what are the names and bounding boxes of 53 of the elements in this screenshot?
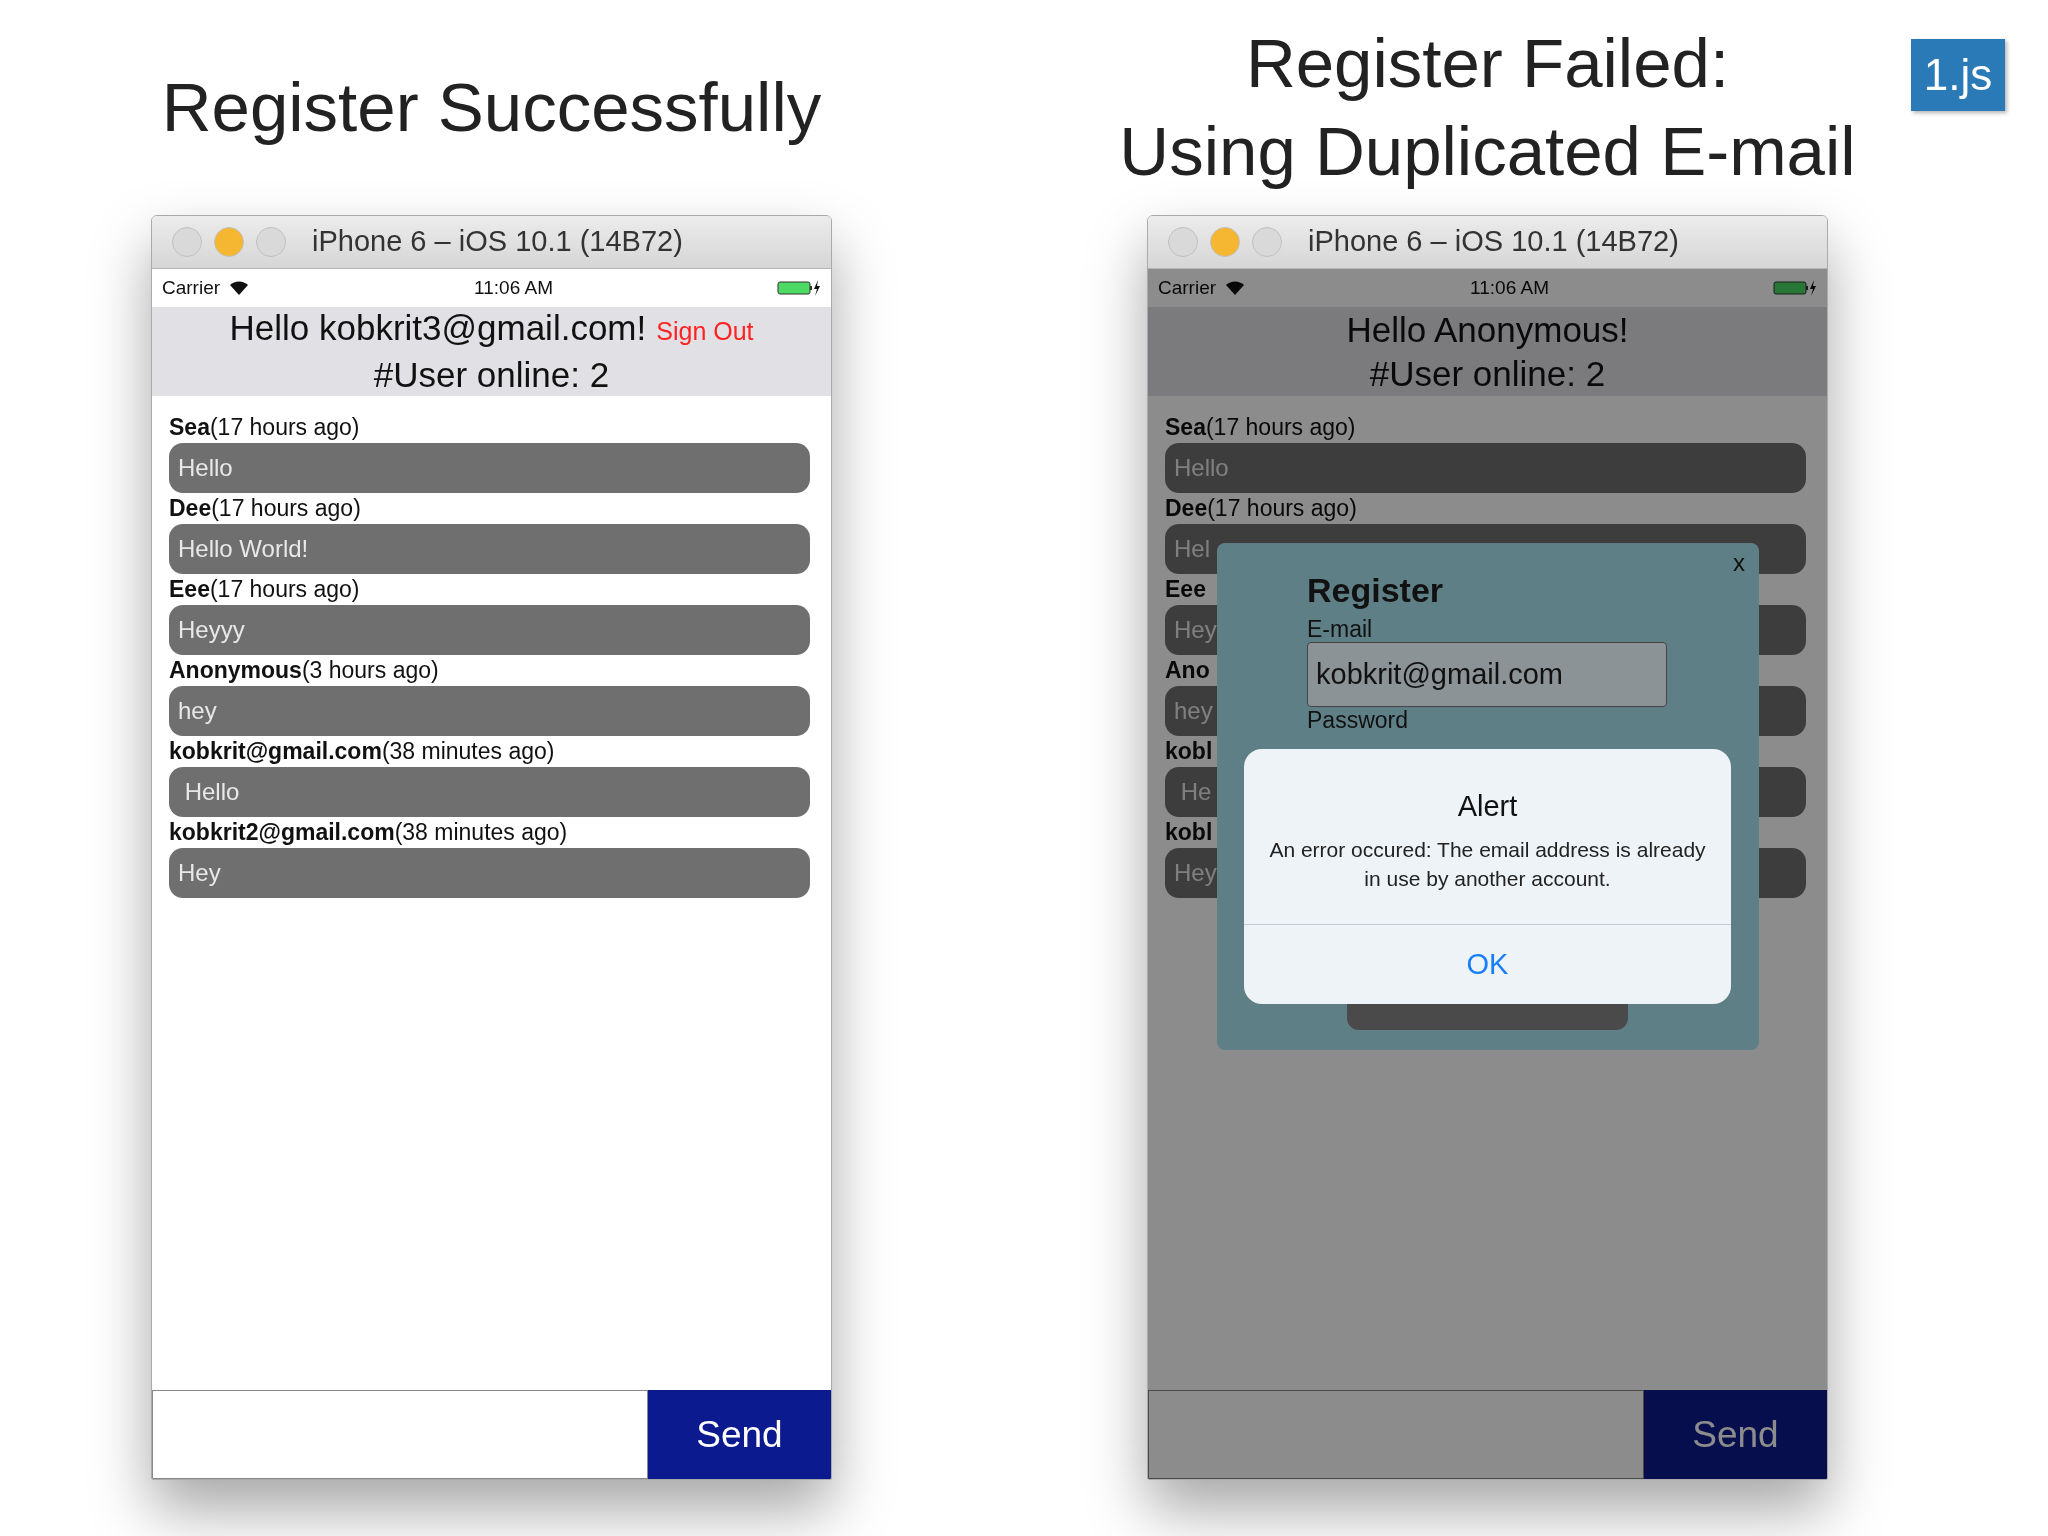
- status-time: 11:06 AM: [474, 275, 553, 300]
- battery-icon: [1773, 279, 1817, 297]
- battery-icon: [777, 279, 821, 297]
- message-author: Dee(17 hours ago): [1165, 494, 1357, 523]
- message-author: kobkrit@gmail.com(38 minutes ago): [169, 737, 555, 766]
- wifi-icon: [1224, 280, 1247, 296]
- message-author: Dee(17 hours ago): [169, 494, 361, 523]
- message-bubble: Hey: [169, 848, 810, 898]
- window-zoom-button[interactable]: [1252, 227, 1282, 257]
- field-label: Password: [1307, 707, 1408, 733]
- window-close-button[interactable]: [172, 227, 202, 257]
- online-count: #User online: 2: [1369, 352, 1606, 395]
- message-bubble: Hello: [169, 443, 810, 493]
- window-zoom-button[interactable]: [256, 227, 286, 257]
- greeting-text: Hello kobkrit3@gmail.com!: [229, 307, 647, 349]
- sign-out-link[interactable]: Sign Out: [656, 309, 754, 353]
- message-author: kobkrit2@gmail.com(38 minutes ago): [169, 818, 568, 847]
- online-count: #User online: 2: [373, 354, 610, 396]
- message-author: Eee: [1165, 575, 1206, 604]
- message-author: Sea(17 hours ago): [1165, 413, 1356, 442]
- message-bubble: Hello: [169, 767, 810, 817]
- window-close-button[interactable]: [1168, 227, 1198, 257]
- message-author: Eee(17 hours ago): [169, 575, 360, 604]
- message-input[interactable]: [152, 1390, 648, 1479]
- window-title: iPhone 6 – iOS 10.1 (14B72): [312, 224, 683, 260]
- slide-heading: Register Failed:: [1245, 23, 1730, 104]
- window-minimize-button[interactable]: [214, 227, 244, 257]
- window-title: iPhone 6 – iOS 10.1 (14B72): [1308, 224, 1679, 260]
- send-button[interactable]: Send: [1644, 1390, 1827, 1479]
- ok-button[interactable]: OK: [1244, 924, 1731, 1004]
- message-input[interactable]: [1148, 1390, 1644, 1479]
- dialog-button[interactable]: [1347, 1004, 1628, 1030]
- carrier-label: Carrier: [162, 275, 221, 300]
- slide-badge: 1.js: [1911, 39, 2005, 111]
- status-time: 11:06 AM: [1470, 275, 1549, 300]
- message-bubble: Hello World!: [169, 524, 810, 574]
- message-author: Ano: [1165, 656, 1210, 685]
- greeting-text: Hello Anonymous!: [1346, 308, 1629, 351]
- field-label: E-mail: [1307, 616, 1373, 642]
- message-bubble: Heyyy: [169, 605, 810, 655]
- message-bubble: Hello: [1165, 443, 1806, 493]
- message-author: Sea(17 hours ago): [169, 413, 360, 442]
- window-minimize-button[interactable]: [1210, 227, 1240, 257]
- email-field[interactable]: kobkrit@gmail.com: [1307, 642, 1667, 707]
- message-author: Anonymous(3 hours ago): [169, 656, 439, 685]
- slide-heading: Register Successfully: [161, 67, 822, 148]
- slide-heading: Using Duplicated E-mail: [1119, 111, 1856, 192]
- message-author: kobl: [1165, 818, 1213, 847]
- message-author: kobl: [1165, 737, 1213, 766]
- send-button[interactable]: Send: [648, 1390, 831, 1479]
- carrier-label: Carrier: [1158, 275, 1217, 300]
- message-bubble: hey: [169, 686, 810, 736]
- wifi-icon: [228, 280, 251, 296]
